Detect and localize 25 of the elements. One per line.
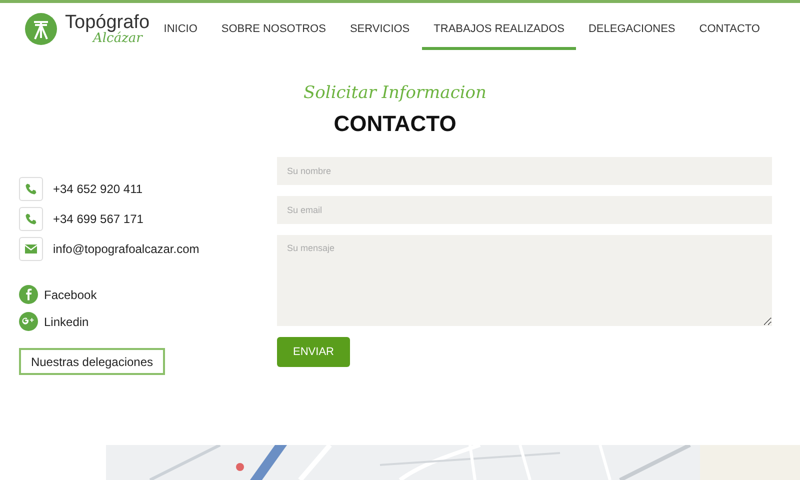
logo-name: Topógrafo bbox=[65, 13, 150, 32]
contact-text: +34 699 567 171 bbox=[53, 212, 144, 226]
phone-icon bbox=[25, 213, 37, 225]
phone-icon bbox=[25, 183, 37, 195]
nav-link[interactable]: DELEGACIONES bbox=[576, 8, 688, 50]
nav-link[interactable]: TRABAJOS REALIZADOS bbox=[422, 8, 576, 50]
logo-icon bbox=[25, 13, 57, 45]
facebook-icon[interactable] bbox=[19, 285, 38, 304]
email-field[interactable]: Su email bbox=[277, 196, 772, 224]
tagline: Solicitar Informacion bbox=[304, 83, 486, 103]
google-plus-icon[interactable] bbox=[19, 312, 38, 331]
nav-link[interactable]: CONTACTO bbox=[687, 8, 772, 50]
message-field[interactable]: Su mensaje bbox=[277, 235, 772, 326]
delegations-button[interactable]: Nuestras delegaciones bbox=[19, 348, 165, 375]
logo-subtitle: Alcázar bbox=[93, 32, 143, 45]
contact-text: info@topografoalcazar.com bbox=[53, 242, 200, 256]
contact-text: +34 652 920 411 bbox=[53, 182, 143, 196]
nav-link[interactable]: SOBRE NOSOTROS bbox=[209, 8, 338, 50]
section-title: CONTACTO bbox=[334, 111, 456, 137]
social-link[interactable]: Facebook bbox=[44, 288, 97, 302]
social-link[interactable]: Linkedin bbox=[44, 314, 89, 328]
envelope-icon bbox=[25, 243, 37, 255]
nav-link[interactable]: SERVICIOS bbox=[338, 8, 422, 50]
name-field[interactable]: Su nombre bbox=[277, 157, 772, 185]
nav-link[interactable]: INICIO bbox=[152, 8, 210, 50]
